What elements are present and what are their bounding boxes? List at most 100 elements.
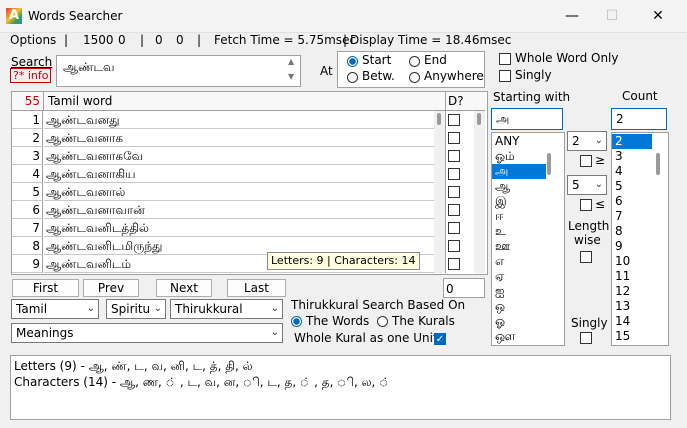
list-item[interactable]: ஏ: [492, 269, 546, 284]
d-checkbox[interactable]: [448, 240, 460, 252]
book-select[interactable]: Thirukkural ⌄: [170, 299, 283, 319]
table-row[interactable]: 4 ஆண்டவனாகிய: [12, 165, 485, 183]
word-cell[interactable]: ஆண்டவனிடத்தில்: [44, 219, 434, 237]
next-button[interactable]: Next: [156, 279, 212, 297]
list-item[interactable]: 5: [612, 179, 652, 194]
list-item[interactable]: ANY: [492, 134, 546, 149]
d-checkbox[interactable]: [448, 258, 460, 270]
prev-button[interactable]: Prev: [83, 279, 139, 297]
min-length-select[interactable]: 2 ⌄: [567, 131, 607, 151]
scroll-thumb[interactable]: [477, 113, 481, 125]
list-item[interactable]: 11: [612, 269, 652, 284]
min-length-checkbox[interactable]: [580, 155, 592, 167]
word-cell[interactable]: ஆண்டவனால்: [44, 183, 434, 201]
list-item[interactable]: 7: [612, 209, 652, 224]
list-item[interactable]: உ: [492, 224, 546, 239]
table-row[interactable]: 3 ஆண்டவனாகவே: [12, 147, 485, 165]
row-number: 3: [12, 147, 43, 165]
starting-with-input[interactable]: அ: [491, 108, 563, 130]
table-row[interactable]: 1 ஆண்டவனது: [12, 111, 485, 129]
scroll-thumb[interactable]: [656, 153, 660, 175]
list-item[interactable]: ஆ: [492, 179, 546, 194]
d-checkbox[interactable]: [448, 150, 460, 162]
d-checkbox[interactable]: [448, 186, 460, 198]
list-item[interactable]: இ: [492, 194, 546, 209]
tamil-word-column-header[interactable]: Tamil word: [48, 92, 112, 110]
d-column-header[interactable]: D?: [448, 92, 464, 110]
d-checkbox[interactable]: [448, 204, 460, 216]
max-length-checkbox[interactable]: [580, 199, 592, 211]
table-row[interactable]: 2 ஆண்டவனாக: [12, 129, 485, 147]
last-button[interactable]: Last: [227, 279, 286, 297]
length-label: Length: [568, 219, 610, 233]
options-menu[interactable]: Options: [10, 33, 56, 47]
word-cell[interactable]: ஆண்டவனாகவே: [44, 147, 434, 165]
close-button[interactable]: ✕: [635, 0, 681, 32]
length-wise-checkbox[interactable]: [580, 251, 592, 263]
list-item[interactable]: ஈ: [492, 209, 546, 224]
word-cell[interactable]: ஆண்டவனாவான்: [44, 201, 434, 219]
singly-length-checkbox[interactable]: [580, 332, 592, 344]
language-select[interactable]: Tamil ⌄: [11, 299, 99, 319]
list-item[interactable]: 9: [612, 239, 652, 254]
scroll-thumb[interactable]: [437, 113, 441, 125]
info-button[interactable]: ?* info: [10, 68, 52, 83]
d-scrollbar[interactable]: [474, 111, 485, 273]
list-item[interactable]: 8: [612, 224, 652, 239]
meanings-select-value: Meanings: [16, 326, 74, 340]
whole-word-only-checkbox[interactable]: [499, 53, 511, 65]
category-select[interactable]: Spiritu ⌄: [106, 299, 166, 319]
d-checkbox[interactable]: [448, 222, 460, 234]
result-count: 55: [24, 94, 40, 108]
word-scrollbar[interactable]: [434, 111, 445, 273]
list-item[interactable]: 14: [612, 314, 652, 329]
the-words-radio[interactable]: [291, 316, 302, 327]
d-checkbox[interactable]: [448, 114, 460, 126]
list-item[interactable]: 4: [612, 164, 652, 179]
count-list[interactable]: 2 3 4 5 6 7 8 9 10 11 12 13 14 15: [611, 132, 669, 346]
search-input[interactable]: ஆண்டவ ▲ ▼: [56, 55, 301, 87]
word-cell[interactable]: ஆண்டவனாக: [44, 129, 434, 147]
scroll-down-icon[interactable]: ▼: [288, 72, 294, 81]
list-item[interactable]: அ: [492, 164, 546, 179]
count-input[interactable]: 2: [611, 108, 667, 130]
list-item[interactable]: ஓம்: [492, 149, 546, 164]
list-item[interactable]: 2: [612, 134, 652, 149]
list-item[interactable]: ஊ: [492, 239, 546, 254]
whole-kural-checkbox[interactable]: ✓: [434, 333, 446, 345]
maximize-button[interactable]: ☐: [589, 0, 635, 32]
singly-label: Singly: [515, 68, 552, 82]
meanings-select[interactable]: Meanings ⌄: [11, 323, 283, 343]
end-radio[interactable]: [409, 56, 420, 67]
max-length-select[interactable]: 5 ⌄: [567, 175, 607, 195]
list-item[interactable]: ஒ: [492, 299, 546, 314]
list-item[interactable]: 15: [612, 329, 652, 344]
scroll-up-icon[interactable]: ▲: [288, 57, 294, 66]
row-number: 9: [12, 255, 43, 273]
table-row[interactable]: 5 ஆண்டவனால்: [12, 183, 485, 201]
list-item[interactable]: ஓ: [492, 314, 546, 329]
d-checkbox[interactable]: [448, 168, 460, 180]
list-item[interactable]: 13: [612, 299, 652, 314]
list-item[interactable]: 3: [612, 149, 652, 164]
goto-input[interactable]: 0: [443, 278, 485, 298]
singly-checkbox[interactable]: [499, 70, 511, 82]
list-item[interactable]: ஔ: [492, 329, 546, 344]
scroll-thumb[interactable]: [547, 153, 551, 175]
between-radio[interactable]: [347, 72, 358, 83]
list-item[interactable]: 12: [612, 284, 652, 299]
word-cell[interactable]: ஆண்டவனது: [44, 111, 434, 129]
list-item[interactable]: எ: [492, 254, 546, 269]
first-button[interactable]: First: [12, 279, 79, 297]
the-kurals-radio[interactable]: [377, 316, 388, 327]
starting-with-list[interactable]: ANY ஓம் அ ஆ இ ஈ உ ஊ எ ஏ ஐ ஒ ஓ ஔ: [491, 132, 565, 346]
word-cell[interactable]: ஆண்டவனாகிய: [44, 165, 434, 183]
table-row[interactable]: 7 ஆண்டவனிடத்தில்: [12, 219, 485, 237]
anywhere-radio[interactable]: [409, 72, 420, 83]
d-checkbox[interactable]: [448, 132, 460, 144]
table-row[interactable]: 6 ஆண்டவனாவான்: [12, 201, 485, 219]
start-radio[interactable]: [347, 56, 358, 67]
list-item[interactable]: 6: [612, 194, 652, 209]
list-item[interactable]: ஐ: [492, 284, 546, 299]
list-item[interactable]: 10: [612, 254, 652, 269]
